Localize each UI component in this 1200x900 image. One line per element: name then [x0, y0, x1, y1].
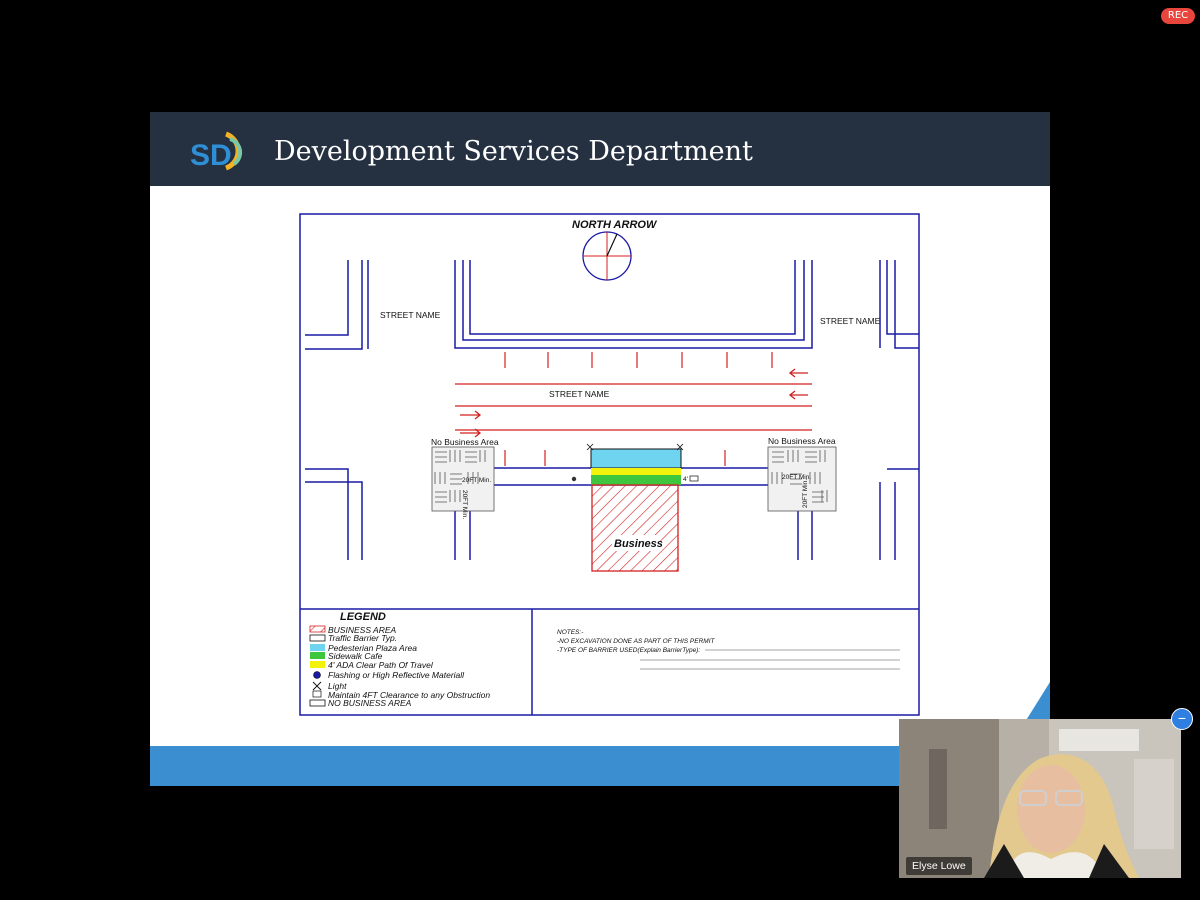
legend-item: Traffic Barrier Typ. [328, 633, 397, 643]
flashing-symbol [571, 476, 577, 482]
street-name-top-left: STREET NAME [380, 310, 441, 320]
street-name-center: STREET NAME [549, 389, 610, 399]
participant-video-image [899, 719, 1181, 878]
ada-clear-path [591, 468, 681, 475]
minimize-video-button[interactable]: − [1171, 708, 1193, 730]
business-area [591, 484, 679, 572]
legend-item: NO BUSINESS AREA [328, 698, 412, 708]
sidewalk-cafe [591, 475, 681, 485]
notes-line: -TYPE OF BARRIER USED(Explain BarrierTyp… [557, 647, 700, 654]
north-arrow-icon [582, 231, 632, 281]
dimension-small: 4' [683, 476, 688, 483]
dimension-left-horizontal: 20FT Min. [462, 477, 491, 484]
participant-video[interactable] [899, 719, 1181, 878]
recording-badge: REC [1161, 8, 1195, 24]
notes-line: -NO EXCAVATION DONE AS PART OF THIS PERM… [557, 638, 715, 645]
no-business-area-right-label: No Business Area [768, 436, 836, 446]
business-label: Business [614, 538, 663, 550]
dimension-left-vertical: 20FT Min. [461, 490, 468, 519]
street-name-top-right: STREET NAME [820, 316, 881, 326]
site-plan-drawing: NORTH ARROW STREET NAME STREET NAME STRE… [299, 213, 920, 716]
light-symbol [689, 475, 699, 482]
notes-title: NOTES:- [557, 629, 584, 636]
legend-swatches [309, 625, 326, 707]
pedestrian-plaza-area [590, 448, 682, 469]
no-business-area-left-label: No Business Area [431, 437, 499, 447]
legend-title: LEGEND [340, 611, 386, 623]
legend-item: 4' ADA Clear Path Of Travel [328, 660, 434, 670]
presentation-slide: SD Development Services Department NORTH… [150, 112, 1050, 786]
dimension-right-vertical: 20FT Min. [802, 479, 809, 508]
participant-name-label: Elyse Lowe [906, 857, 972, 875]
north-arrow-label: NORTH ARROW [572, 219, 658, 231]
legend-item: Flashing or High Reflective Materiall [328, 670, 465, 680]
